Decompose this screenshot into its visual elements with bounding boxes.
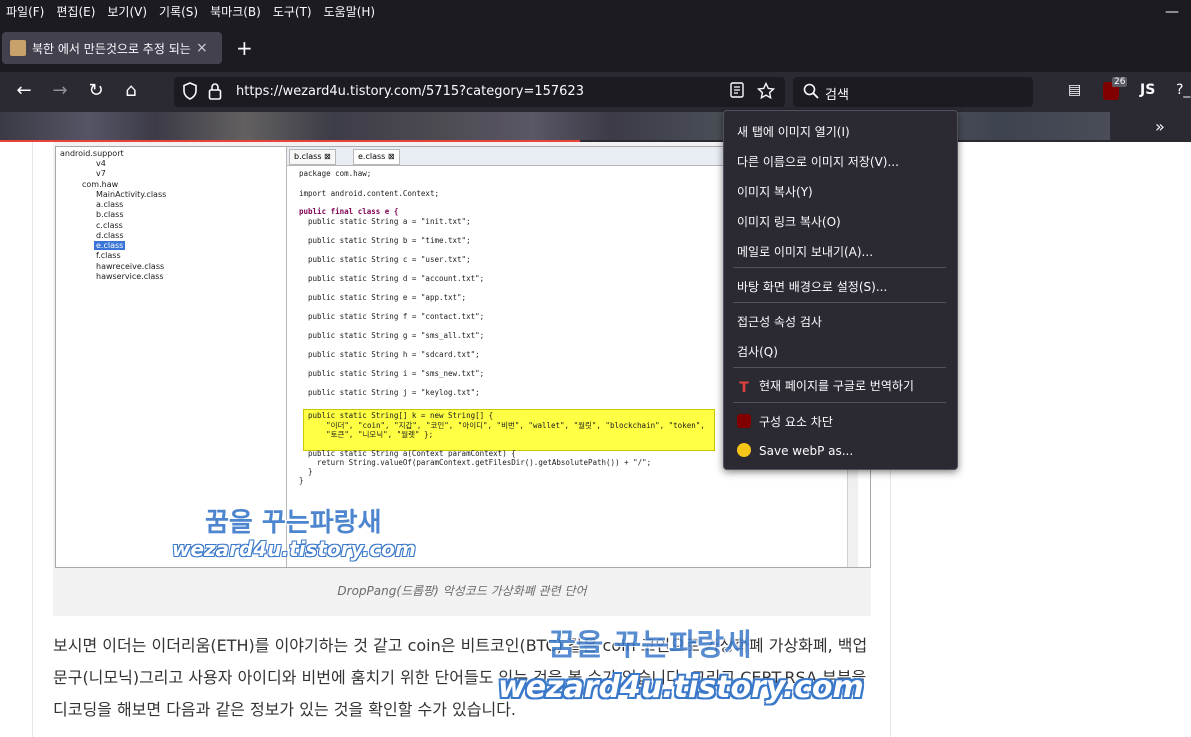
ublock-count-badge: 26 (1112, 77, 1128, 87)
code-line: public final class e { (299, 207, 399, 216)
tab-active[interactable]: 북한 에서 만든것으로 추정 되는 × (2, 32, 222, 64)
editor-tab-b: b.class ⊠ (289, 149, 336, 165)
code-line: } (299, 476, 304, 485)
bookmarks-overflow-icon[interactable]: » (1155, 117, 1165, 136)
home-button[interactable]: ⌂ (119, 80, 143, 101)
tree-node: android.support (60, 149, 124, 158)
tab-strip: 북한 에서 만든것으로 추정 되는 × + (0, 22, 1191, 72)
code-line: public static String a = "init.txt"; (299, 217, 471, 226)
tree-node: v7 (96, 169, 106, 178)
menu-save-webp[interactable]: Save webP as... (737, 443, 947, 458)
navigation-toolbar: ← → ↻ ⌂ https://wezard4u.tistory.com/571… (0, 72, 1191, 112)
menu-history[interactable]: 기록(S) (153, 3, 204, 20)
menu-help[interactable]: 도움말(H) (318, 3, 382, 20)
search-icon (803, 83, 819, 103)
menu-save-image-as[interactable]: 다른 이름으로 이미지 저장(V)... (737, 153, 947, 170)
image-context-menu: 새 탭에 이미지 열기(I) 다른 이름으로 이미지 저장(V)... 이미지 … (723, 110, 958, 470)
tree-node: MainActivity.class (96, 190, 167, 199)
search-bar[interactable]: 검색 (793, 77, 1033, 107)
menu-inspect-accessibility[interactable]: 접근성 속성 검사 (737, 313, 947, 330)
url-bar[interactable]: https://wezard4u.tistory.com/5715?catego… (174, 77, 785, 107)
sidebar-toggle-icon[interactable]: ▤ (1068, 82, 1081, 98)
tree-node: hawreceive.class (96, 262, 165, 271)
menu-email-image[interactable]: 메일로 이미지 보내기(A)... (737, 243, 947, 260)
menu-edit[interactable]: 편집(E) (50, 3, 101, 20)
tab-title: 북한 에서 만든것으로 추정 되는 (32, 41, 191, 56)
tree-node: f.class (96, 251, 121, 260)
ublock-icon (737, 414, 751, 428)
menu-separator (733, 402, 946, 403)
minimize-button[interactable]: — (1165, 4, 1179, 20)
back-button[interactable]: ← (12, 80, 36, 101)
menu-file[interactable]: 파일(F) (0, 3, 50, 20)
menu-translate-page-label: 현재 페이지를 구글로 번역하기 (759, 379, 914, 393)
js-extension-icon[interactable]: JS (1140, 82, 1155, 98)
menu-set-desktop-background[interactable]: 바탕 화면 배경으로 설정(S)... (737, 278, 947, 295)
smiley-icon (737, 443, 751, 457)
menu-open-image-new-tab[interactable]: 새 탭에 이미지 열기(I) (737, 123, 947, 140)
search-placeholder: 검색 (825, 88, 849, 103)
menu-block-element-label: 구성 요소 차단 (759, 415, 833, 429)
watermark-korean: 꿈을 꾸는파랑새 (205, 508, 382, 538)
code-line: public static String h = "sdcard.txt"; (299, 350, 480, 359)
figure-caption: DropPang(드롭팡) 악성코드 가상화폐 관련 단어 (337, 584, 587, 598)
bookmarks-toolbar: » (0, 112, 1191, 143)
menu-copy-image-link[interactable]: 이미지 링크 복사(O) (737, 213, 947, 230)
url-text[interactable]: https://wezard4u.tistory.com/5715?catego… (236, 84, 584, 99)
code-line: public static String j = "keylog.txt"; (299, 388, 480, 397)
tree-node: a.class (96, 200, 124, 209)
bookmark-star-icon[interactable] (756, 81, 776, 104)
menu-separator (733, 367, 946, 368)
shield-icon[interactable] (182, 82, 198, 104)
menu-separator (733, 267, 946, 268)
code-line: public static String b = "time.txt"; (299, 236, 471, 245)
code-line: "토큰", "니모닉", "월렛" }; (299, 430, 434, 439)
code-line: } (299, 467, 313, 476)
code-line: public static String g = "sms_all.txt"; (299, 331, 485, 340)
editor-tab-e: e.class ⊠ (353, 149, 400, 165)
tree-node: v4 (96, 159, 106, 168)
watermark-url: wezard4u.tistory.com (172, 537, 416, 561)
article-border-left (32, 142, 33, 737)
new-tab-button[interactable]: + (236, 36, 253, 60)
menu-inspect[interactable]: 검사(Q) (737, 343, 947, 360)
code-line: public static String a(Context paramCont… (299, 449, 516, 458)
reader-view-icon[interactable] (730, 82, 744, 102)
code-line: public static String e = "app.txt"; (299, 293, 467, 302)
more-extension-icon[interactable]: ?_ (1176, 82, 1190, 98)
code-line: return String.valueOf(paramContext.getFi… (299, 458, 652, 467)
menu-save-webp-label: Save webP as... (759, 444, 854, 458)
menu-block-element[interactable]: 구성 요소 차단 (737, 413, 947, 430)
code-line: public static String d = "account.txt"; (299, 274, 485, 283)
code-line: package com.haw; (299, 169, 372, 178)
reload-button[interactable]: ↻ (84, 80, 108, 101)
tree-node: c.class (96, 221, 123, 230)
menu-view[interactable]: 보기(V) (101, 3, 153, 20)
code-line: public static String c = "user.txt"; (299, 255, 471, 264)
tree-node: com.haw (82, 180, 119, 189)
code-line: public static String i = "sms_new.txt"; (299, 369, 485, 378)
menu-separator (733, 302, 946, 303)
menu-bar: 파일(F) 편집(E) 보기(V) 기록(S) 북마크(B) 도구(T) 도움말… (0, 0, 1191, 22)
menu-bookmarks[interactable]: 북마크(B) (204, 3, 267, 20)
watermark-url-large: wezard4u.tistory.com (498, 670, 864, 705)
lock-icon[interactable] (208, 82, 222, 104)
code-line: import android.content.Context; (299, 189, 439, 198)
menu-translate-page[interactable]: T 현재 페이지를 구글로 번역하기 (737, 377, 947, 395)
menu-copy-image[interactable]: 이미지 복사(Y) (737, 183, 947, 200)
tree-node: d.class (96, 231, 124, 240)
code-line: public static String f = "contact.txt"; (299, 312, 485, 321)
web-page: android.support v4 v7 com.haw MainActivi… (0, 142, 1191, 737)
favicon-icon (10, 40, 26, 56)
tree-node: b.class (96, 210, 124, 219)
tree-node: hawservice.class (96, 272, 164, 281)
translate-extension-icon: T (739, 380, 749, 396)
code-line: public static String[] k = new String[] … (299, 411, 494, 420)
menu-tools[interactable]: 도구(T) (267, 3, 318, 20)
tab-close-icon[interactable]: × (196, 40, 208, 56)
tree-node-selected: e.class (94, 241, 126, 250)
watermark-korean-large: 꿈을 꾸는파랑새 (548, 628, 752, 663)
forward-button[interactable]: → (48, 80, 72, 101)
